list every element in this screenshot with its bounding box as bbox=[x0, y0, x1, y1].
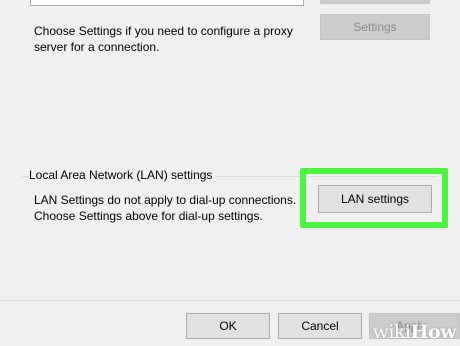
proxy-description-line2: server for a connection. bbox=[34, 40, 160, 54]
wikihow-watermark-logo: wikiHow bbox=[372, 321, 457, 343]
proxy-description-line1: Choose Settings if you need to configure… bbox=[34, 24, 293, 38]
lan-description-line1: LAN Settings do not apply to dial-up con… bbox=[34, 193, 297, 207]
lan-settings-button[interactable]: LAN settings bbox=[318, 185, 432, 213]
watermark-wiki: wiki bbox=[372, 321, 411, 343]
lan-description-line2: Choose Settings above for dial-up settin… bbox=[34, 209, 263, 223]
cancel-button[interactable]: Cancel bbox=[278, 313, 362, 339]
watermark-how: How bbox=[410, 321, 457, 343]
top-cutoff-button bbox=[320, 0, 430, 4]
proxy-description: Choose Settings if you need to configure… bbox=[34, 23, 314, 55]
internet-options-connections-panel: Choose Settings if you need to configure… bbox=[0, 0, 460, 300]
ok-button[interactable]: OK bbox=[186, 313, 270, 339]
dialup-connections-list[interactable] bbox=[30, 0, 304, 6]
lan-description: LAN Settings do not apply to dial-up con… bbox=[34, 192, 314, 224]
lan-settings-group-title: Local Area Network (LAN) settings bbox=[29, 167, 217, 183]
proxy-settings-button[interactable]: Settings bbox=[320, 14, 430, 40]
